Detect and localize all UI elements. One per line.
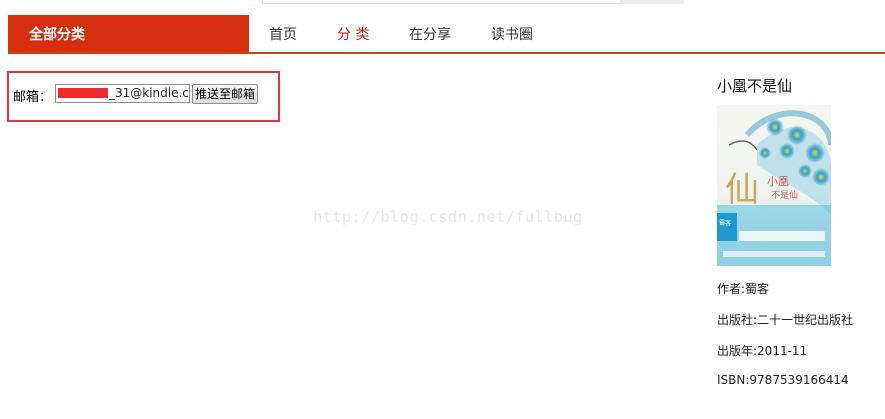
watermark-text: http://blog.csdn.net/fullbug bbox=[313, 208, 583, 226]
svg-text:蜀客: 蜀客 bbox=[719, 219, 731, 227]
book-publish-year: 出版年:2011-11 bbox=[717, 344, 808, 358]
send-to-email-button[interactable]: 推送至邮箱 bbox=[192, 84, 258, 104]
email-input[interactable]: _31@kindle.cn bbox=[55, 84, 190, 103]
nav-item-sharing[interactable]: 在分享 bbox=[409, 15, 451, 52]
book-author: 作者:蜀客 bbox=[717, 282, 770, 296]
book-title: 小凰不是仙 bbox=[717, 77, 793, 95]
book-cover-image[interactable]: 仙 小凰 不是仙 蜀客 bbox=[717, 105, 831, 266]
svg-text:不是仙: 不是仙 bbox=[771, 189, 798, 201]
nav-item-reading-circle[interactable]: 读书圈 bbox=[491, 15, 533, 52]
main-nav: 全部分类 首页 分 类 在分享 读书圈 bbox=[0, 15, 885, 54]
nav-item-home[interactable]: 首页 bbox=[269, 15, 297, 52]
svg-text:小凰: 小凰 bbox=[767, 175, 789, 188]
book-publisher: 出版社:二十一世纪出版社 bbox=[717, 313, 854, 327]
email-label: 邮箱： bbox=[13, 90, 53, 105]
redacted-text bbox=[58, 88, 108, 98]
nav-underline bbox=[8, 52, 885, 54]
nav-item-categories[interactable]: 分 类 bbox=[337, 15, 369, 52]
email-visible-text: _31@kindle.cn bbox=[109, 86, 190, 100]
all-categories-button[interactable]: 全部分类 bbox=[8, 15, 249, 54]
top-search-button[interactable] bbox=[620, 0, 684, 4]
svg-text:仙: 仙 bbox=[725, 170, 759, 210]
book-isbn: ISBN:9787539166414 bbox=[717, 373, 849, 387]
send-to-email-form: 邮箱： _31@kindle.cn 推送至邮箱 bbox=[7, 71, 280, 122]
